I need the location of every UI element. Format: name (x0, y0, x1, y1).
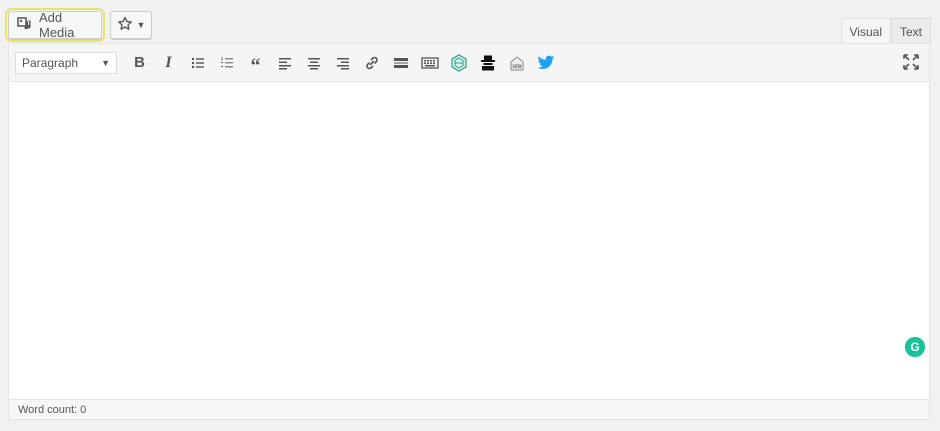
read-more-icon (393, 57, 408, 68)
align-left-button[interactable] (270, 49, 299, 77)
editor-content-area[interactable]: G (9, 82, 929, 399)
bold-icon: B (134, 54, 145, 71)
link-icon (365, 56, 378, 69)
editor: Paragraph ▼ B I “ GTM G Word count: 0 (8, 43, 930, 420)
twitter-button[interactable] (531, 49, 560, 77)
align-center-button[interactable] (299, 49, 328, 77)
plugin-gtm-button[interactable]: GTM (502, 49, 531, 77)
editor-toolbar: Paragraph ▼ B I “ GTM (9, 44, 929, 82)
numbered-list-icon (220, 57, 233, 67)
italic-button[interactable]: I (154, 49, 183, 77)
blockquote-icon: “ (250, 54, 261, 77)
bulleted-list-button[interactable] (183, 49, 212, 77)
editor-tabs: Visual Text (840, 18, 931, 44)
tab-visual[interactable]: Visual (840, 18, 891, 44)
align-left-icon (278, 57, 291, 69)
align-center-icon (307, 57, 320, 69)
toolbar-toggle-button[interactable] (415, 49, 444, 77)
bulleted-list-icon (191, 57, 204, 68)
star-icon (117, 16, 133, 35)
italic-icon: I (165, 53, 172, 71)
gtm-icon: GTM (510, 55, 523, 70)
grammarly-button[interactable]: G (905, 337, 925, 357)
word-count: Word count: 0 (18, 403, 87, 416)
keyboard-icon (420, 56, 439, 69)
media-icon (17, 16, 33, 35)
format-select[interactable]: Paragraph ▼ (15, 51, 117, 74)
plugin-hex-button[interactable] (444, 49, 473, 77)
fullscreen-button[interactable] (901, 52, 921, 72)
add-media-button[interactable]: Add Media (5, 8, 105, 42)
twitter-icon (537, 55, 554, 69)
status-bar: Word count: 0 (9, 399, 929, 419)
read-more-button[interactable] (386, 49, 415, 77)
svg-text:GTM: GTM (512, 64, 521, 69)
hexagon-icon (450, 53, 467, 72)
tab-text[interactable]: Text (890, 18, 931, 44)
insert-link-button[interactable] (357, 49, 386, 77)
spy-icon (480, 55, 495, 70)
favorite-dropdown-button[interactable]: ▼ (110, 11, 152, 39)
media-buttons: Add Media ▼ (5, 8, 152, 42)
align-right-button[interactable] (328, 49, 357, 77)
chevron-down-icon: ▼ (136, 20, 146, 30)
plugin-spy-button[interactable] (473, 49, 502, 77)
format-select-value: Paragraph (22, 55, 79, 70)
fullscreen-icon (903, 54, 919, 70)
add-media-label: Add Media (39, 10, 75, 40)
align-right-icon (336, 57, 349, 69)
blockquote-button[interactable]: “ (241, 49, 270, 77)
bold-button[interactable]: B (125, 49, 154, 77)
chevron-down-icon: ▼ (101, 57, 110, 68)
grammarly-icon: G (910, 340, 920, 354)
numbered-list-button[interactable] (212, 49, 241, 77)
